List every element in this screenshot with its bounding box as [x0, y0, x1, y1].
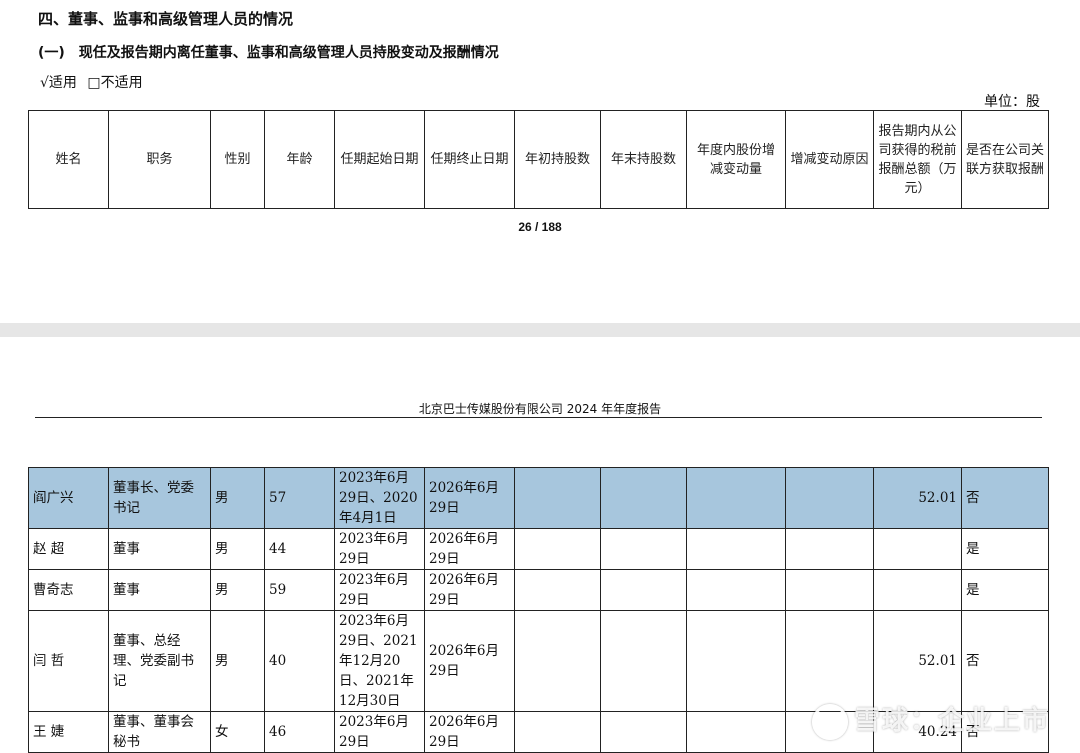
header-reason: 增减变动原因 [785, 110, 874, 209]
subsection-title: (一) 现任及报告期内离任董事、监事和高级管理人员持股变动及报酬情况 [38, 45, 499, 61]
cell-start: 2023年6月29日、2020年4月1日 [334, 467, 425, 529]
page-number: 26 / 188 [518, 220, 562, 234]
cell-name: 王 婕 [28, 711, 109, 753]
cell-begin-shares [514, 569, 601, 611]
cell-change [686, 569, 786, 611]
header-name: 姓名 [28, 110, 109, 209]
cell-end: 2026年6月29日 [424, 711, 515, 753]
header-position: 职务 [108, 110, 211, 209]
cell-gender: 男 [210, 569, 265, 611]
cell-related: 否 [961, 467, 1049, 529]
section-title: 四、董事、监事和高级管理人员的情况 [38, 10, 294, 28]
applicability-options: √适用 □不适用 [40, 72, 149, 92]
cell-gender: 女 [210, 711, 265, 753]
cell-end-shares [600, 711, 687, 753]
cell-begin-shares [514, 528, 601, 570]
applicable-option[interactable]: √适用 [40, 75, 77, 91]
cell-change [686, 610, 786, 712]
table-row: 闫 哲董事、总经理、党委副书记男 40 2023年6月29日、2021年12月20日… [28, 610, 1049, 712]
cell-age: 57 [264, 467, 335, 529]
not-applicable-option[interactable]: □不适用 [87, 75, 142, 91]
cell-pay: 52.01 [873, 610, 962, 712]
cell-related: 是 [961, 528, 1049, 570]
cell-pay: 52.01 [873, 467, 962, 529]
cell-change [686, 711, 786, 753]
running-header-rule [35, 417, 1042, 418]
header-change: 年度内股份增减变动量 [686, 110, 786, 209]
cell-reason [785, 467, 874, 529]
header-begin-shares: 年初持股数 [514, 110, 601, 209]
cell-related: 否 [961, 610, 1049, 712]
header-pay: 报告期内从公司获得的税前报酬总额（万元） [873, 110, 962, 209]
cell-end: 2026年6月29日 [424, 467, 515, 529]
snowball-logo-icon [811, 703, 848, 740]
running-header: 北京巴士传媒股份有限公司 2024 年年度报告 [418, 402, 662, 416]
cell-start: 2023年6月29日、2021年12月20日、2021年12月30日 [334, 610, 425, 712]
header-end: 任期终止日期 [424, 110, 515, 209]
table-row: 曹奇志 董事男 59 2023年6月29日 2026年6月29日 是 [28, 569, 1049, 611]
cell-position: 董事、董事会秘书 [108, 711, 211, 753]
cell-name: 曹奇志 [28, 569, 109, 611]
watermark-text: 雪球：企业上市 [853, 706, 1050, 736]
cell-gender: 男 [210, 528, 265, 570]
cell-position: 董事 [108, 569, 211, 611]
cell-gender: 男 [210, 467, 265, 529]
cell-related: 是 [961, 569, 1049, 611]
cell-age: 40 [264, 610, 335, 712]
watermark: 雪球：企业上市 [811, 700, 1050, 740]
unit-label: 单位：股 [984, 94, 1040, 110]
header-related: 是否在公司关联方获取报酬 [961, 110, 1049, 209]
cell-gender: 男 [210, 610, 265, 712]
table-row: 阎广兴 董事长、党委书记男 57 2023年6月29日、2020年4月1日 2026年6… [28, 467, 1049, 529]
cell-position: 董事 [108, 528, 211, 570]
cell-name: 阎广兴 [28, 467, 109, 529]
cell-end-shares [600, 528, 687, 570]
cell-end-shares [600, 610, 687, 712]
cell-start: 2023年6月29日 [334, 711, 425, 753]
cell-start: 2023年6月29日 [334, 569, 425, 611]
cell-reason [785, 569, 874, 611]
cell-position: 董事长、党委书记 [108, 467, 211, 529]
header-gender: 性别 [210, 110, 265, 209]
cell-age: 59 [264, 569, 335, 611]
cell-change [686, 528, 786, 570]
header-row: 姓名 职务 性别 年龄 任期起始日期 任期终止日期 年初持股数 年末持股数 年度… [28, 110, 1049, 209]
cell-pay [873, 569, 962, 611]
cell-end: 2026年6月29日 [424, 569, 515, 611]
cell-name: 闫 哲 [28, 610, 109, 712]
cell-begin-shares [514, 467, 601, 529]
header-start: 任期起始日期 [334, 110, 425, 209]
cell-begin-shares [514, 711, 601, 753]
page-gap [0, 323, 1080, 337]
header-end-shares: 年末持股数 [600, 110, 687, 209]
cell-reason [785, 610, 874, 712]
cell-age: 46 [264, 711, 335, 753]
cell-name: 赵 超 [28, 528, 109, 570]
header-table: 姓名 职务 性别 年龄 任期起始日期 任期终止日期 年初持股数 年末持股数 年度… [28, 110, 1049, 209]
cell-end: 2026年6月29日 [424, 610, 515, 712]
cell-start: 2023年6月29日 [334, 528, 425, 570]
cell-age: 44 [264, 528, 335, 570]
cell-reason [785, 528, 874, 570]
cell-end-shares [600, 569, 687, 611]
cell-begin-shares [514, 610, 601, 712]
table-row: 赵 超董事男 44 2023年6月29日 2026年6月29日 是 [28, 528, 1049, 570]
cell-pay [873, 528, 962, 570]
cell-end-shares [600, 467, 687, 529]
cell-end: 2026年6月29日 [424, 528, 515, 570]
cell-position: 董事、总经理、党委副书记 [108, 610, 211, 712]
header-age: 年龄 [264, 110, 335, 209]
cell-change [686, 467, 786, 529]
